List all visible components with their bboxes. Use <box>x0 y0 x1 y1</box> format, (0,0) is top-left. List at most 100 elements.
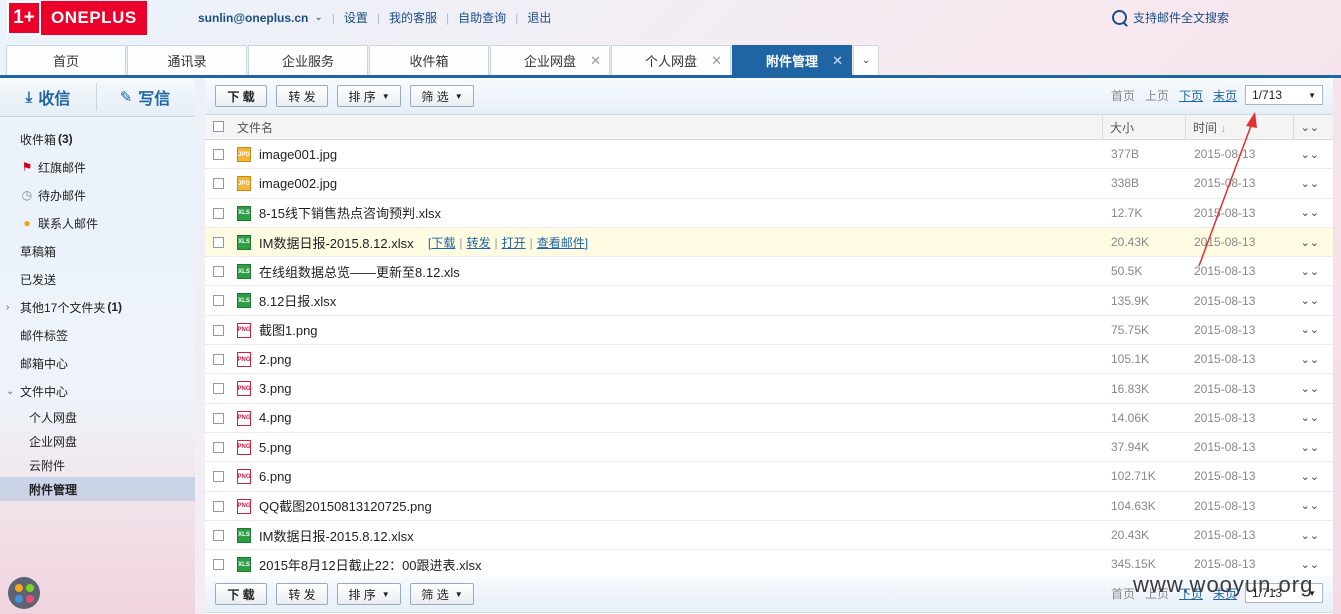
settings-link[interactable]: 设置 <box>344 9 368 26</box>
expand-row-icon[interactable]: ⌄⌄ <box>1301 382 1319 395</box>
folder-mail-center[interactable]: 邮箱中心 <box>0 349 195 377</box>
row-checkbox[interactable] <box>213 295 224 307</box>
expand-row-icon[interactable]: ⌄⌄ <box>1301 323 1319 336</box>
row-checkbox[interactable] <box>213 236 224 248</box>
tab-personal-disk[interactable]: 个人网盘 ✕ <box>611 45 731 75</box>
table-row[interactable]: PNG 截图1.png 75.75K 2015-08-13 ⌄⌄ <box>205 316 1333 346</box>
file-name[interactable]: 3.png <box>259 381 292 396</box>
tab-home[interactable]: 首页 <box>6 45 126 75</box>
file-name[interactable]: 截图1.png <box>259 320 318 339</box>
expand-row-icon[interactable]: ⌄⌄ <box>1301 411 1319 424</box>
pager-last[interactable]: 末页 <box>1213 87 1237 104</box>
folder-file-center[interactable]: ⌄ 文件中心 <box>0 377 195 405</box>
row-download-link[interactable]: 下载 <box>431 236 455 250</box>
expand-row-icon[interactable]: ⌄⌄ <box>1301 265 1319 278</box>
filter-dropdown[interactable]: 筛 选 ▼ <box>410 583 474 605</box>
expand-row-icon[interactable]: ⌄⌄ <box>1301 470 1319 483</box>
close-icon[interactable]: ✕ <box>832 53 843 69</box>
table-row[interactable]: PNG QQ截图20150813120725.png 104.63K 2015-08-… <box>205 492 1333 521</box>
sort-dropdown[interactable]: 排 序 ▼ <box>337 85 401 107</box>
row-checkbox[interactable] <box>213 324 224 336</box>
oneplus-logo[interactable]: 1+ ONEPLUS <box>7 0 153 35</box>
table-row[interactable]: PNG 5.png 37.94K 2015-08-13 ⌄⌄ <box>205 433 1333 463</box>
close-icon[interactable]: ✕ <box>711 53 722 69</box>
row-checkbox[interactable] <box>213 149 224 160</box>
tab-enterprise-disk[interactable]: 企业网盘 ✕ <box>490 45 610 75</box>
expand-all-icon[interactable]: ⌄⌄ <box>1301 121 1319 134</box>
expand-row-icon[interactable]: ⌄⌄ <box>1301 236 1319 249</box>
subfolder-enterprise-disk[interactable]: 企业网盘 <box>0 429 195 453</box>
table-row[interactable]: JPG image001.jpg 377B 2015-08-13 ⌄⌄ <box>205 140 1333 170</box>
fulltext-search[interactable]: 支持邮件全文搜索 <box>1112 9 1229 26</box>
header-filename[interactable]: 文件名 <box>237 119 273 136</box>
file-name[interactable]: IM数据日报-2015.8.12.xlsx <box>259 233 414 252</box>
subfolder-cloud-attachment[interactable]: 云附件 <box>0 453 195 477</box>
row-checkbox[interactable] <box>213 354 224 366</box>
download-button[interactable]: 下 载 <box>215 583 267 605</box>
expand-row-icon[interactable]: ⌄⌄ <box>1301 529 1319 542</box>
tab-contacts[interactable]: 通讯录 <box>127 45 247 75</box>
row-checkbox[interactable] <box>213 266 224 278</box>
chevron-down-icon[interactable]: ⌄ <box>6 386 14 397</box>
file-name[interactable]: 8.12日报.xlsx <box>259 291 336 310</box>
expand-row-icon[interactable]: ⌄⌄ <box>1301 499 1319 512</box>
table-row[interactable]: XLS IM数据日报-2015.8.12.xlsx [下载 | 转发 | 打开 | 查看邮件] 2… <box>205 227 1333 258</box>
logout-link[interactable]: 退出 <box>527 9 551 26</box>
chevron-right-icon[interactable]: › <box>6 302 9 313</box>
page-select[interactable]: 1/713 ▼ <box>1245 85 1323 105</box>
expand-row-icon[interactable]: ⌄⌄ <box>1301 441 1319 454</box>
table-row[interactable]: PNG 6.png 102.71K 2015-08-13 ⌄⌄ <box>205 462 1333 492</box>
apps-grid-icon[interactable] <box>8 577 40 609</box>
row-checkbox[interactable] <box>213 178 224 190</box>
self-service-link[interactable]: 自助查询 <box>458 9 506 26</box>
user-email[interactable]: sunlin@oneplus.cn <box>198 11 308 25</box>
expand-row-icon[interactable]: ⌄⌄ <box>1301 148 1319 161</box>
table-row[interactable]: PNG 4.png 14.06K 2015-08-13 ⌄⌄ <box>205 404 1333 433</box>
file-name[interactable]: image001.jpg <box>259 147 337 162</box>
compose-button[interactable]: ✎ 写信 <box>97 85 193 109</box>
subfolder-personal-disk[interactable]: 个人网盘 <box>0 405 195 429</box>
tab-inbox[interactable]: 收件箱 <box>369 45 489 75</box>
close-icon[interactable]: ✕ <box>590 53 601 69</box>
file-name[interactable]: IM数据日报-2015.8.12.xlsx <box>259 526 414 545</box>
filter-dropdown[interactable]: 筛 选 ▼ <box>410 85 474 107</box>
file-name[interactable]: 4.png <box>259 410 292 425</box>
folder-others[interactable]: › 其他17个文件夹 (1) <box>0 293 195 321</box>
table-row[interactable]: PNG 3.png 16.83K 2015-08-13 ⌄⌄ <box>205 374 1333 404</box>
forward-button[interactable]: 转 发 <box>276 85 328 107</box>
file-name[interactable]: image002.jpg <box>259 176 337 191</box>
folder-todo[interactable]: ◷ 待办邮件 <box>0 181 195 209</box>
row-checkbox[interactable] <box>213 207 224 219</box>
row-forward-link[interactable]: 转发 <box>466 236 490 250</box>
tab-enterprise-service[interactable]: 企业服务 <box>248 45 368 75</box>
folder-tags[interactable]: 邮件标签 <box>0 321 195 349</box>
file-name[interactable]: 2015年8月12日截止22：00跟进表.xlsx <box>259 555 482 574</box>
expand-row-icon[interactable]: ⌄⌄ <box>1301 353 1319 366</box>
folder-drafts[interactable]: 草稿箱 <box>0 237 195 265</box>
forward-button[interactable]: 转 发 <box>276 583 328 605</box>
folder-flagged[interactable]: ⚑ 红旗邮件 <box>0 153 195 181</box>
file-name[interactable]: 在线组数据总览——更新至8.12.xls <box>259 262 460 281</box>
chevron-down-icon[interactable]: ⌄ <box>314 12 322 23</box>
table-row[interactable]: XLS 在线组数据总览——更新至8.12.xls 50.5K 2015-08-13 ⌄⌄ <box>205 257 1333 287</box>
download-button[interactable]: 下 载 <box>215 85 267 107</box>
expand-row-icon[interactable]: ⌄⌄ <box>1301 177 1319 190</box>
folder-inbox[interactable]: 收件箱 (3) <box>0 125 195 153</box>
pager-next[interactable]: 下页 <box>1179 87 1203 104</box>
expand-row-icon[interactable]: ⌄⌄ <box>1301 558 1319 571</box>
expand-row-icon[interactable]: ⌄⌄ <box>1301 294 1319 307</box>
table-row[interactable]: XLS IM数据日报-2015.8.12.xlsx 20.43K 2015-08-13… <box>205 521 1333 551</box>
folder-sent[interactable]: 已发送 <box>0 265 195 293</box>
row-view-mail-link[interactable]: 查看邮件 <box>537 236 585 250</box>
file-name[interactable]: 5.png <box>259 440 292 455</box>
row-open-link[interactable]: 打开 <box>502 236 526 250</box>
receive-button[interactable]: ⤓ 收信 <box>0 85 96 109</box>
file-name[interactable]: 2.png <box>259 352 292 367</box>
row-checkbox[interactable] <box>213 471 224 483</box>
tab-more-button[interactable]: ⌄ <box>853 45 879 75</box>
header-size[interactable]: 大小 <box>1110 119 1134 136</box>
expand-row-icon[interactable]: ⌄⌄ <box>1301 206 1319 219</box>
table-row[interactable]: PNG 2.png 105.1K 2015-08-13 ⌄⌄ <box>205 345 1333 375</box>
row-checkbox[interactable] <box>213 441 224 453</box>
header-time[interactable]: 时间 ↓ <box>1193 119 1226 136</box>
